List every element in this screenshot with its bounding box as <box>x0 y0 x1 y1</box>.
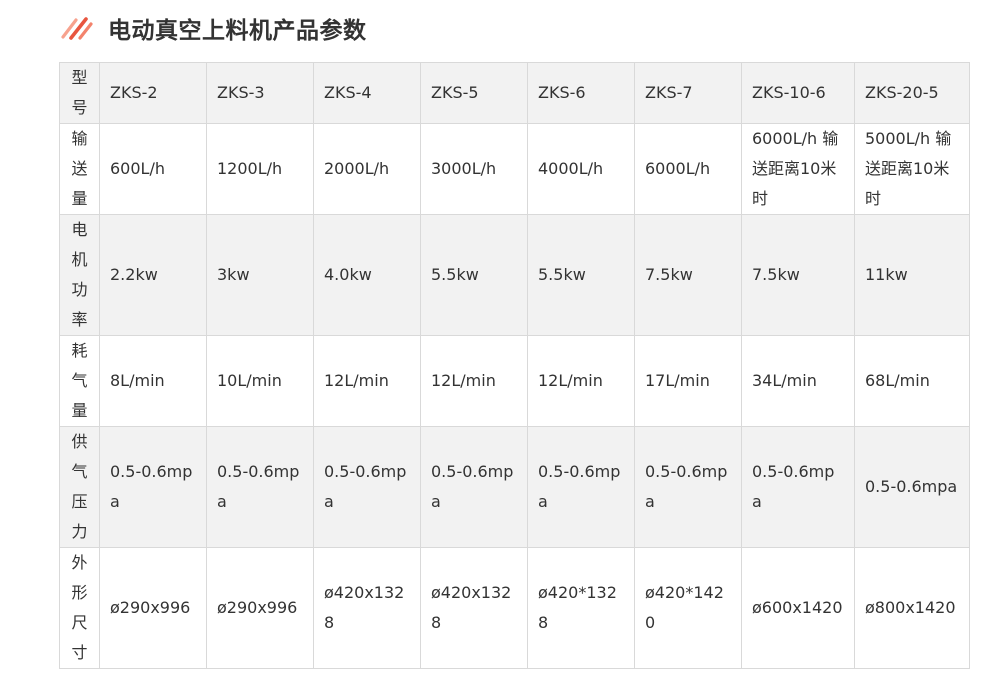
table-cell: 2000L/h <box>313 123 421 215</box>
table-row-capacity: 输送量 600L/h 1200L/h 2000L/h 3000L/h 4000L… <box>59 123 970 215</box>
table-cell: ø290x996 <box>206 547 314 669</box>
table-cell: ZKS-3 <box>206 62 314 124</box>
row-label: 外形尺寸 <box>59 547 100 669</box>
table-cell: 34L/min <box>741 335 855 427</box>
table-cell: ø420x1328 <box>313 547 421 669</box>
table-cell: 12L/min <box>313 335 421 427</box>
table-cell: 0.5-0.6mpa <box>420 426 528 548</box>
table-cell: 8L/min <box>99 335 207 427</box>
table-cell: ø420x1328 <box>420 547 528 669</box>
table-cell: 0.5-0.6mpa <box>313 426 421 548</box>
table-cell: 0.5-0.6mpa <box>527 426 635 548</box>
table-cell: 0.5-0.6mpa <box>741 426 855 548</box>
table-cell: 0.5-0.6mpa <box>854 426 970 548</box>
table-cell: 17L/min <box>634 335 742 427</box>
table-cell: ZKS-4 <box>313 62 421 124</box>
table-cell: 3000L/h <box>420 123 528 215</box>
table-cell: 12L/min <box>420 335 528 427</box>
table-cell: 5000L/h 输送距离10米时 <box>854 123 970 215</box>
table-cell: 5.5kw <box>527 214 635 336</box>
table-row-motor-power: 电机功率 2.2kw 3kw 4.0kw 5.5kw 5.5kw 7.5kw 7… <box>59 214 970 336</box>
row-label: 输送量 <box>59 123 100 215</box>
product-params-table: 型号 ZKS-2 ZKS-3 ZKS-4 ZKS-5 ZKS-6 ZKS-7 Z… <box>59 62 970 669</box>
table-cell: 6000L/h <box>634 123 742 215</box>
table-cell: 2.2kw <box>99 214 207 336</box>
table-cell: 7.5kw <box>741 214 855 336</box>
table-row-dimensions: 外形尺寸 ø290x996 ø290x996 ø420x1328 ø420x13… <box>59 547 970 669</box>
table-cell: 10L/min <box>206 335 314 427</box>
table-cell: ø420*1328 <box>527 547 635 669</box>
table-cell: 1200L/h <box>206 123 314 215</box>
table-cell: 11kw <box>854 214 970 336</box>
table-cell: ZKS-6 <box>527 62 635 124</box>
table-cell: 0.5-0.6mpa <box>206 426 314 548</box>
row-label: 耗气量 <box>59 335 100 427</box>
table-row-air-consumption: 耗气量 8L/min 10L/min 12L/min 12L/min 12L/m… <box>59 335 970 427</box>
table-row-model: 型号 ZKS-2 ZKS-3 ZKS-4 ZKS-5 ZKS-6 ZKS-7 Z… <box>59 62 970 124</box>
table-cell: 12L/min <box>527 335 635 427</box>
table-cell: 0.5-0.6mpa <box>99 426 207 548</box>
row-label: 电机功率 <box>59 214 100 336</box>
slash-stripes-icon <box>61 17 93 40</box>
table-cell: 6000L/h 输送距离10米时 <box>741 123 855 215</box>
table-cell: 68L/min <box>854 335 970 427</box>
table-cell: 3kw <box>206 214 314 336</box>
table-cell: 4.0kw <box>313 214 421 336</box>
table-cell: 4000L/h <box>527 123 635 215</box>
table-cell: ø600x1420 <box>741 547 855 669</box>
table-cell: ZKS-20-5 <box>854 62 970 124</box>
row-label: 供气压力 <box>59 426 100 548</box>
table-cell: ø290x996 <box>99 547 207 669</box>
table-cell: 600L/h <box>99 123 207 215</box>
page-title: 电动真空上料机产品参数 <box>108 18 367 44</box>
table-row-air-pressure: 供气压力 0.5-0.6mpa 0.5-0.6mpa 0.5-0.6mpa 0.… <box>59 426 970 548</box>
table-cell: ø800x1420 <box>854 547 970 669</box>
table-cell: ZKS-2 <box>99 62 207 124</box>
table-cell: ZKS-5 <box>420 62 528 124</box>
row-label: 型号 <box>59 62 100 124</box>
table-cell: ø420*1420 <box>634 547 742 669</box>
page-heading: 电动真空上料机产品参数 <box>60 10 367 46</box>
table-cell: 0.5-0.6mpa <box>634 426 742 548</box>
table-cell: 5.5kw <box>420 214 528 336</box>
table-cell: ZKS-7 <box>634 62 742 124</box>
table-cell: 7.5kw <box>634 214 742 336</box>
table-cell: ZKS-10-6 <box>741 62 855 124</box>
